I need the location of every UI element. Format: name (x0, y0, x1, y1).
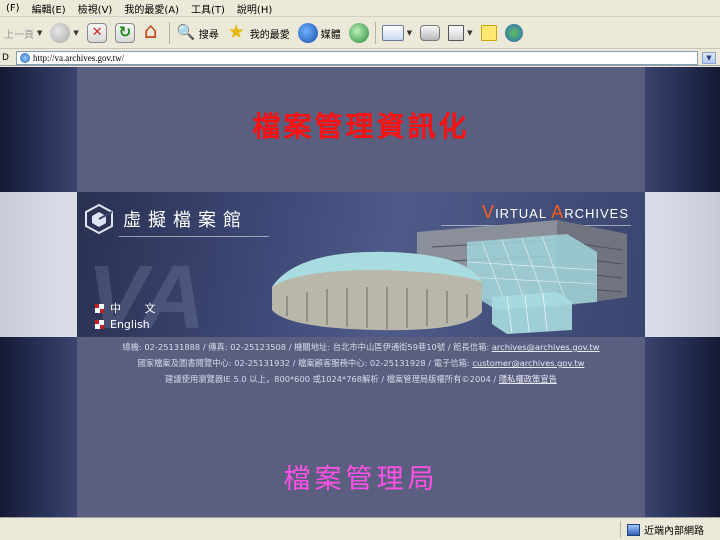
search-button[interactable]: 搜尋 (172, 20, 223, 46)
bullet-icon (95, 303, 104, 313)
status-bar: 近端內部網路 (0, 517, 720, 540)
logo-divider (119, 236, 269, 237)
search-label: 搜尋 (198, 29, 219, 41)
security-zone: 近端內部網路 (620, 521, 720, 538)
contact-line-2: 國家檔案及圖書閱覽中心: 02-25131932 / 檔案顧客服務中心: 02-… (137, 358, 585, 368)
forward-dropdown-icon[interactable]: ▼ (73, 29, 78, 37)
edit-icon (448, 25, 465, 41)
address-input[interactable]: http://va.archives.gov.tw/ (16, 51, 698, 65)
home-icon (143, 19, 163, 44)
stop-icon (86, 23, 107, 43)
intranet-icon (627, 523, 640, 536)
web-content: 檔案管理資訊化 VA 虛擬檔案館 VIRTUAL ARCHIVES 中 文 En… (0, 67, 720, 517)
menu-file[interactable]: (F) (0, 3, 26, 14)
mail-icon (381, 25, 404, 41)
director-email-link[interactable]: archives@archives.gov.tw (492, 342, 600, 352)
note-icon (480, 25, 497, 41)
address-url: http://va.archives.gov.tw/ (33, 53, 125, 63)
contact-line-3: 建議使用瀏覽器IE 5.0 以上，800*600 或1024*768解析 / 檔… (165, 374, 557, 384)
edit-button[interactable]: ▼ (444, 20, 476, 46)
back-label: 上一頁 (4, 29, 34, 41)
menu-favorites[interactable]: 我的最愛(A) (118, 1, 185, 16)
privacy-policy-link[interactable]: 隱私權政策宣告 (499, 374, 557, 384)
lang-english-link[interactable]: English (95, 318, 150, 331)
address-bar: D http://va.archives.gov.tw/ ▼ (0, 50, 720, 66)
page-title: 檔案管理資訊化 (252, 110, 470, 143)
favorites-label: 我的最愛 (249, 29, 290, 41)
back-dropdown-icon[interactable]: ▼ (37, 29, 42, 37)
stop-button[interactable] (83, 20, 111, 46)
messenger-icon (504, 24, 523, 42)
virtual-archives-banner: VA 虛擬檔案館 VIRTUAL ARCHIVES 中 文 English (77, 192, 645, 337)
menu-help[interactable]: 說明(H) (231, 1, 278, 16)
menu-bar: (F) 編輯(E) 檢視(V) 我的最愛(A) 工具(T) 說明(H) (0, 0, 720, 17)
address-dropdown-icon[interactable]: ▼ (702, 52, 716, 64)
building-image (272, 220, 627, 334)
lang-chinese-link[interactable]: 中 文 (95, 300, 166, 316)
agency-name: 檔案管理局 (283, 464, 439, 495)
messenger-button[interactable] (501, 20, 527, 46)
menu-tools[interactable]: 工具(T) (185, 1, 231, 16)
media-button[interactable]: 媒體 (294, 20, 345, 46)
printer-icon (420, 25, 441, 41)
toolbar-separator (374, 22, 376, 44)
media-label: 媒體 (320, 29, 341, 41)
page-icon (20, 53, 30, 63)
history-button[interactable] (345, 20, 373, 46)
forward-button[interactable]: ▼ (46, 20, 82, 46)
logo-text: 虛擬檔案館 (123, 210, 248, 231)
contact-line-1: 總機: 02-25131888 / 傳真: 02-25123508 / 機關地址… (122, 342, 600, 352)
bullet-icon (95, 320, 104, 329)
page-container: 檔案管理資訊化 VA 虛擬檔案館 VIRTUAL ARCHIVES 中 文 En… (77, 67, 645, 517)
media-icon (297, 23, 318, 43)
mail-button[interactable]: ▼ (378, 20, 416, 46)
zone-label: 近端內部網路 (644, 526, 704, 537)
favorites-button[interactable]: 我的最愛 (223, 20, 294, 46)
menu-edit[interactable]: 編輯(E) (26, 1, 72, 16)
logo-cube-icon (85, 204, 113, 234)
address-label: D (2, 52, 9, 63)
toolbar-separator (168, 22, 170, 44)
edit-dropdown-icon[interactable]: ▼ (467, 29, 472, 37)
star-icon (227, 21, 247, 43)
history-icon (348, 23, 369, 43)
refresh-icon (114, 23, 135, 43)
home-button[interactable] (139, 19, 167, 46)
discuss-button[interactable] (477, 20, 501, 46)
search-icon (176, 23, 196, 43)
forward-arrow-icon (50, 23, 71, 43)
print-button[interactable] (416, 20, 444, 46)
customer-email-link[interactable]: customer@archives.gov.tw (472, 358, 584, 368)
back-button[interactable]: 上一頁 ▼ (0, 20, 46, 46)
mail-dropdown-icon[interactable]: ▼ (407, 29, 412, 37)
toolbar: 上一頁 ▼ ▼ 搜尋 我的最愛 媒體 ▼ ▼ (0, 18, 720, 49)
refresh-button[interactable] (111, 20, 139, 46)
menu-view[interactable]: 檢視(V) (72, 1, 119, 16)
